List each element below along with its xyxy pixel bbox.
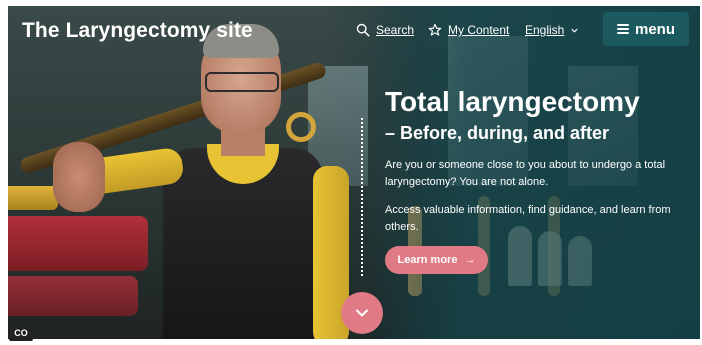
menu-label: menu	[634, 20, 675, 38]
search-link[interactable]: Search	[356, 23, 414, 37]
hero-person-image	[18, 16, 393, 339]
menu-button[interactable]: menu	[603, 12, 689, 46]
background-boat	[8, 216, 148, 271]
hamburger-icon	[616, 24, 629, 34]
language-selector[interactable]: English	[525, 23, 579, 37]
cookie-badge[interactable]: CO	[9, 325, 33, 341]
my-content-label: My Content	[448, 23, 510, 37]
star-icon	[428, 23, 442, 36]
site-logo-title[interactable]: The Laryngectomy site	[22, 19, 253, 43]
oar-ring	[286, 112, 316, 142]
arrow-right-icon: →	[464, 254, 476, 266]
hero-paragraph: Are you or someone close to you about to…	[385, 159, 666, 188]
hero-title: Total laryngectomy	[385, 86, 640, 117]
search-label: Search	[376, 23, 415, 37]
chevron-down-icon	[571, 28, 578, 33]
search-icon	[356, 23, 370, 37]
person-hand	[53, 142, 105, 212]
my-content-link[interactable]: My Content	[428, 23, 509, 37]
background-boat	[8, 186, 58, 210]
learn-more-label: Learn more	[397, 254, 458, 266]
hero-subtitle: – Before, during, and after	[385, 123, 610, 143]
dotted-divider	[361, 118, 363, 276]
background-boat	[8, 276, 138, 316]
person-glasses	[205, 72, 279, 92]
hero-paragraph: Access valuable information, find guidan…	[385, 204, 671, 233]
scroll-down-button[interactable]	[341, 292, 383, 334]
language-label: English	[525, 23, 565, 37]
learn-more-button[interactable]: Learn more →	[385, 246, 488, 274]
chevron-down-icon	[356, 309, 368, 317]
